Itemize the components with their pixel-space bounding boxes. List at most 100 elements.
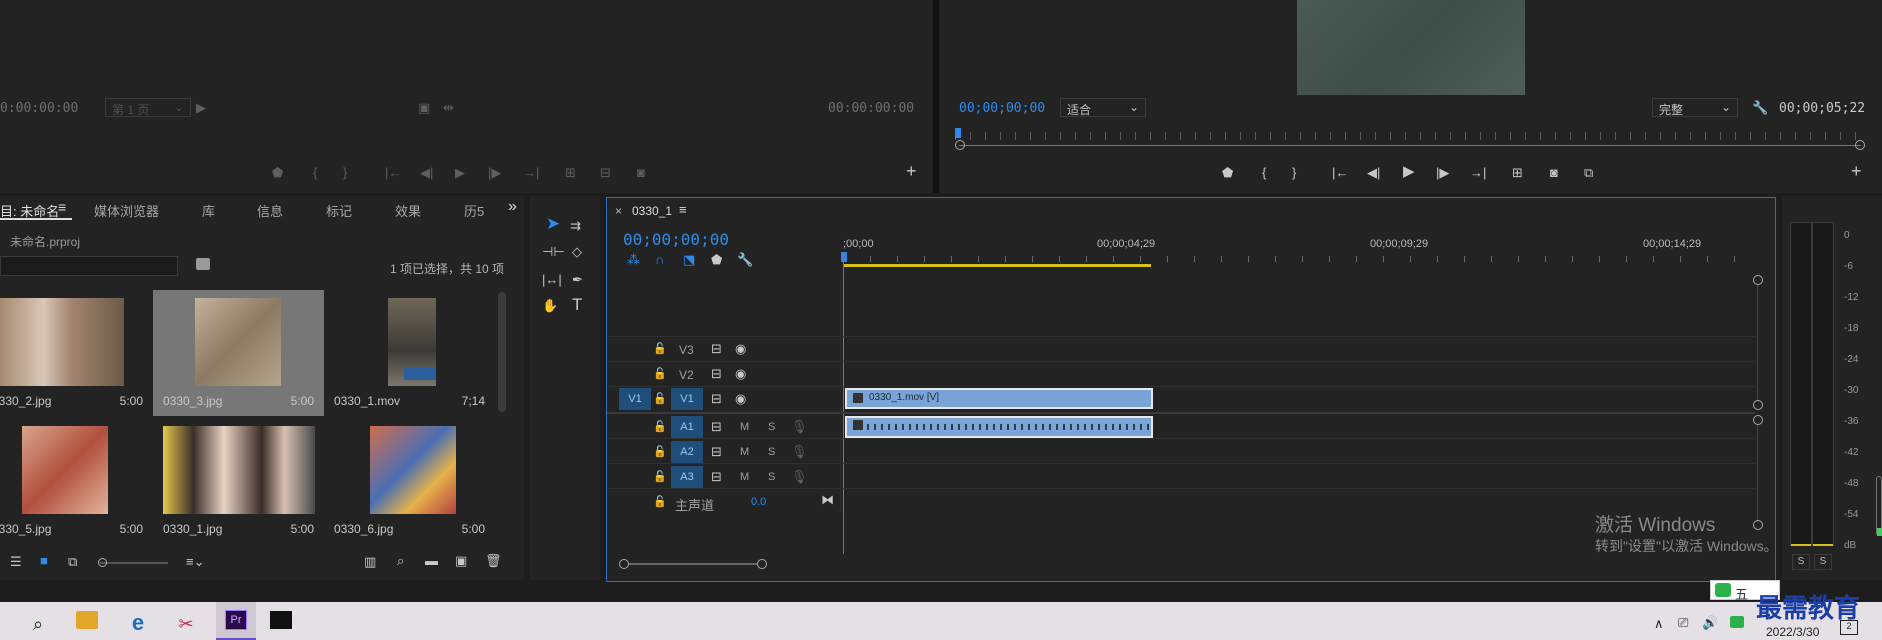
media-item-selected[interactable]: 0330_3.jpg 5:00 xyxy=(153,290,324,416)
nest-icon[interactable]: ⁂ xyxy=(627,252,640,268)
media-item[interactable]: 0330_1.mov 7;14 xyxy=(324,290,495,416)
mute-button[interactable]: M xyxy=(740,471,749,483)
sync-lock-icon[interactable]: ⊟ xyxy=(711,419,722,435)
meter-resize-handle[interactable] xyxy=(1876,476,1882,536)
tab-effects[interactable]: 效果 xyxy=(395,201,421,220)
timeline-settings-icon[interactable]: 🔧 xyxy=(737,252,753,268)
play-icon[interactable]: ▶ xyxy=(1403,164,1415,180)
slip-icon[interactable]: |↔| xyxy=(542,272,562,288)
freeform-view-icon[interactable]: ⧉ xyxy=(68,554,77,570)
mic-icon[interactable]: 🎙 xyxy=(791,419,808,435)
solo-button[interactable]: S xyxy=(768,446,775,458)
step-back-icon[interactable]: ◀| xyxy=(1367,165,1380,181)
play-small-icon[interactable]: ▶ xyxy=(196,100,206,116)
overwrite-icon[interactable]: ⊟ xyxy=(600,165,611,181)
trash-icon[interactable]: 🗑 xyxy=(485,553,502,569)
timeline-timecode[interactable]: 00;00;00;00 xyxy=(623,230,729,249)
timeline-zoom-bar[interactable] xyxy=(629,563,757,565)
scrub-start-handle[interactable] xyxy=(955,140,965,150)
solo-right-button[interactable]: S xyxy=(1814,554,1832,570)
volume-icon[interactable]: 🔊 xyxy=(1702,615,1718,631)
vscroll-bottom-handle[interactable] xyxy=(1753,520,1763,530)
fit-select[interactable]: 适合 ⌄ xyxy=(1060,98,1146,117)
camera-icon[interactable]: ◙ xyxy=(637,165,645,181)
add-button-source[interactable]: + xyxy=(906,162,917,180)
network-icon[interactable]: ⎚ xyxy=(1678,615,1688,631)
eye-icon[interactable]: ◉ xyxy=(735,341,746,357)
sort-icon[interactable]: ≡⌄ xyxy=(186,554,204,570)
tab-libraries[interactable]: 库 xyxy=(202,201,215,220)
track-label-v2[interactable]: V2 xyxy=(679,368,694,382)
add-marker-icon[interactable]: ⬟ xyxy=(711,252,722,268)
close-sequence-icon[interactable]: × xyxy=(615,204,622,218)
solo-button[interactable]: S xyxy=(768,421,775,433)
find-icon[interactable]: ⌕ xyxy=(397,553,404,569)
snap-icon[interactable]: ∩ xyxy=(655,252,664,268)
lock-icon[interactable]: 🔓 xyxy=(653,444,667,460)
ripple-edit-icon[interactable]: ⊣⊢ xyxy=(542,244,565,260)
playhead-marker[interactable] xyxy=(955,128,961,138)
premiere-taskbar-active[interactable]: Pr xyxy=(216,602,256,640)
lock-icon[interactable]: 🔓 xyxy=(653,469,667,485)
wrench-icon[interactable]: 🔧 xyxy=(1752,100,1768,116)
sync-lock-icon[interactable]: ⊟ xyxy=(711,391,722,407)
tab-history[interactable]: 历5 xyxy=(464,201,484,220)
tray-chevron-icon[interactable]: ∧ xyxy=(1654,616,1664,632)
mute-button[interactable]: M xyxy=(740,421,749,433)
project-scrollbar[interactable] xyxy=(498,292,506,412)
more-tabs-icon[interactable]: » xyxy=(508,198,517,216)
lock-icon[interactable]: 🔓 xyxy=(653,494,667,510)
lock-icon[interactable]: 🔓 xyxy=(653,391,667,407)
media-item[interactable]: 0330_2.jpg 5:00 xyxy=(0,290,153,416)
lift-icon[interactable]: ⊞ xyxy=(1512,165,1523,181)
compare-icon[interactable]: ⧉ xyxy=(1584,165,1593,181)
icon-view-icon[interactable]: ■ xyxy=(40,553,48,569)
mark-in-icon[interactable]: { xyxy=(313,165,317,181)
solo-left-button[interactable]: S xyxy=(1792,554,1810,570)
audio-clip[interactable] xyxy=(845,416,1153,438)
mic-icon[interactable]: 🎙 xyxy=(791,444,808,460)
lock-icon[interactable]: 🔓 xyxy=(653,419,667,435)
snipping-tool-icon[interactable]: ✂ xyxy=(174,612,198,636)
list-view-icon[interactable]: ☰ xyxy=(10,554,22,570)
marker-icon[interactable]: ⬟ xyxy=(272,165,283,181)
razor-icon[interactable]: ◇ xyxy=(572,244,582,260)
vscroll-top-handle[interactable] xyxy=(1753,275,1763,285)
mark-out-icon[interactable]: } xyxy=(343,165,347,181)
tab-media-browser[interactable]: 媒体浏览器 xyxy=(94,201,159,220)
master-volume-value[interactable]: 0.0 xyxy=(751,496,766,508)
source-timecode-in[interactable]: 0:00:00:00 xyxy=(0,101,78,116)
pen-icon[interactable]: ✒ xyxy=(572,272,583,288)
tab-info[interactable]: 信息 xyxy=(257,201,283,220)
go-to-out-icon[interactable]: →| xyxy=(523,165,539,181)
marker-icon[interactable]: ⬟ xyxy=(1222,165,1233,181)
media-item[interactable]: 0330_6.jpg 5:00 xyxy=(324,418,495,544)
video-clip[interactable]: 0330_1.mov [V] xyxy=(845,388,1153,409)
search-input[interactable] xyxy=(0,256,178,276)
zoom-slider[interactable] xyxy=(98,558,168,567)
lock-icon[interactable]: 🔓 xyxy=(653,366,667,382)
new-item-icon[interactable]: ▣ xyxy=(455,553,467,569)
mic-icon[interactable]: 🎙 xyxy=(791,469,808,485)
mark-out-icon[interactable]: } xyxy=(1292,165,1296,181)
program-scrubber[interactable] xyxy=(955,128,1865,150)
track-target-a3[interactable]: A3 xyxy=(671,466,703,488)
track-target-a2[interactable]: A2 xyxy=(671,441,703,463)
search-icon[interactable]: ⌕ xyxy=(26,612,50,636)
scrub-end-handle[interactable] xyxy=(1855,140,1865,150)
playhead-head[interactable] xyxy=(841,252,847,262)
photos-app-icon[interactable] xyxy=(270,611,292,629)
go-to-in-icon[interactable]: |← xyxy=(1332,165,1348,181)
track-select-icon[interactable]: ⇉ xyxy=(570,218,581,234)
go-to-out-icon[interactable]: →| xyxy=(1470,165,1486,181)
edge-browser-icon[interactable]: e xyxy=(126,611,150,635)
clock-date[interactable]: 2022/3/30 xyxy=(1766,625,1819,639)
type-tool-icon[interactable]: T xyxy=(572,296,582,313)
go-to-next-edit-icon[interactable]: ⧓ xyxy=(821,492,834,508)
program-timecode[interactable]: 00;00;00;00 xyxy=(959,101,1045,116)
track-target-v1[interactable]: V1 xyxy=(671,388,703,410)
media-item[interactable]: 0330_1.jpg 5:00 xyxy=(153,418,324,544)
media-item[interactable]: 0330_5.jpg 5:00 xyxy=(0,418,153,544)
go-to-in-icon[interactable]: |← xyxy=(385,165,401,181)
mark-in-icon[interactable]: { xyxy=(1262,165,1266,181)
